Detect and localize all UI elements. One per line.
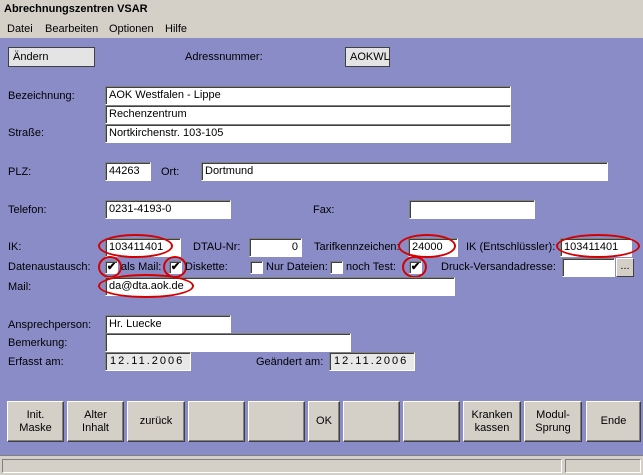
- krankenkassen-button[interactable]: Kranken kassen: [463, 401, 521, 442]
- tarif-label: Tarifkennzeichen:: [314, 241, 400, 253]
- erfasst-field: 12.11.2006: [105, 352, 191, 371]
- geaendert-label: Geändert am:: [256, 356, 324, 368]
- dtau-input[interactable]: 0: [249, 238, 302, 257]
- fax-label: Fax:: [313, 204, 335, 216]
- bezeichnung-label: Bezeichnung:: [8, 90, 75, 102]
- status-bar: [0, 455, 643, 475]
- strasse-label: Straße:: [8, 127, 45, 139]
- als-mail-label: als Mail:: [121, 261, 162, 273]
- nur-dateien-label: Nur Dateien:: [266, 261, 328, 273]
- ik-label: IK:: [8, 241, 22, 253]
- menu-datei[interactable]: Datei: [7, 23, 33, 35]
- strasse-input[interactable]: Nortkirchenstr. 103-105: [105, 124, 511, 143]
- fax-input[interactable]: [409, 200, 535, 219]
- ort-label: Ort:: [161, 166, 180, 178]
- ik-entschluessler-input[interactable]: 103411401: [560, 238, 632, 257]
- telefon-label: Telefon:: [8, 204, 47, 216]
- druck-versandadresse-browse-button[interactable]: ...: [616, 258, 634, 277]
- plz-input[interactable]: 44263: [105, 162, 151, 181]
- ik-input[interactable]: 103411401: [105, 238, 181, 257]
- menu-bearbeiten[interactable]: Bearbeiten: [45, 23, 98, 35]
- init-maske-button[interactable]: Init. Maske: [7, 401, 64, 442]
- nur-dateien-checkbox[interactable]: [250, 261, 263, 274]
- status-pane-secondary: [565, 459, 641, 473]
- function-button-blank-2[interactable]: [248, 401, 305, 442]
- druck-versandadresse-label: Druck-Versandadresse:: [441, 261, 556, 273]
- plz-label: PLZ:: [8, 166, 32, 178]
- status-pane-main: [2, 459, 562, 473]
- alter-inhalt-button[interactable]: Alter Inhalt: [67, 401, 124, 442]
- mail-label: Mail:: [8, 281, 32, 293]
- ansprechperson-label: Ansprechperson:: [8, 319, 92, 331]
- bezeichnung-input-2[interactable]: Rechenzentrum: [105, 105, 511, 124]
- erfasst-label: Erfasst am:: [8, 356, 64, 368]
- ansprechperson-input[interactable]: Hr. Luecke: [105, 315, 231, 334]
- menu-optionen[interactable]: Optionen: [109, 23, 154, 35]
- adressnummer-field: AOKWL: [345, 47, 390, 67]
- ende-button[interactable]: Ende: [586, 401, 641, 442]
- ort-input[interactable]: Dortmund: [201, 162, 608, 181]
- tarif-input[interactable]: 24000: [408, 238, 458, 257]
- ik-entschluessler-label: IK (Entschlüssler):: [466, 241, 556, 253]
- menu-hilfe[interactable]: Hilfe: [165, 23, 187, 35]
- dtau-label: DTAU-Nr:: [193, 241, 241, 253]
- function-button-blank-1[interactable]: [188, 401, 245, 442]
- noch-test-checkbox[interactable]: [330, 261, 343, 274]
- als-mail-checkbox[interactable]: ✔: [105, 261, 118, 274]
- diskette-label: Diskette:: [185, 261, 228, 273]
- function-button-blank-3[interactable]: [343, 401, 400, 442]
- druck-versandadresse-input[interactable]: [562, 258, 615, 277]
- bemerkung-label: Bemerkung:: [8, 337, 68, 349]
- bezeichnung-input-1[interactable]: AOK Westfalen - Lippe: [105, 86, 511, 105]
- menu-bar: Datei Bearbeiten Optionen Hilfe: [0, 20, 643, 38]
- noch-test-label: noch Test:: [346, 261, 396, 273]
- telefon-input[interactable]: 0231-4193-0: [105, 200, 231, 219]
- modul-sprung-button[interactable]: Modul- Sprung: [524, 401, 582, 442]
- window-title: Abrechnungszentren VSAR: [0, 0, 643, 20]
- adressnummer-label: Adressnummer:: [185, 51, 263, 63]
- ok-button[interactable]: OK: [308, 401, 340, 442]
- geaendert-field: 12.11.2006: [329, 352, 415, 371]
- mail-input[interactable]: da@dta.aok.de: [105, 277, 455, 296]
- unlabeled-checkbox[interactable]: ✔: [409, 261, 422, 274]
- mode-display: Ändern: [8, 47, 95, 67]
- diskette-checkbox[interactable]: ✔: [169, 261, 182, 274]
- zurueck-button[interactable]: zurück: [127, 401, 185, 442]
- datenaustausch-label: Datenaustausch:: [8, 261, 91, 273]
- function-button-blank-4[interactable]: [403, 401, 460, 442]
- bemerkung-input[interactable]: [105, 333, 351, 352]
